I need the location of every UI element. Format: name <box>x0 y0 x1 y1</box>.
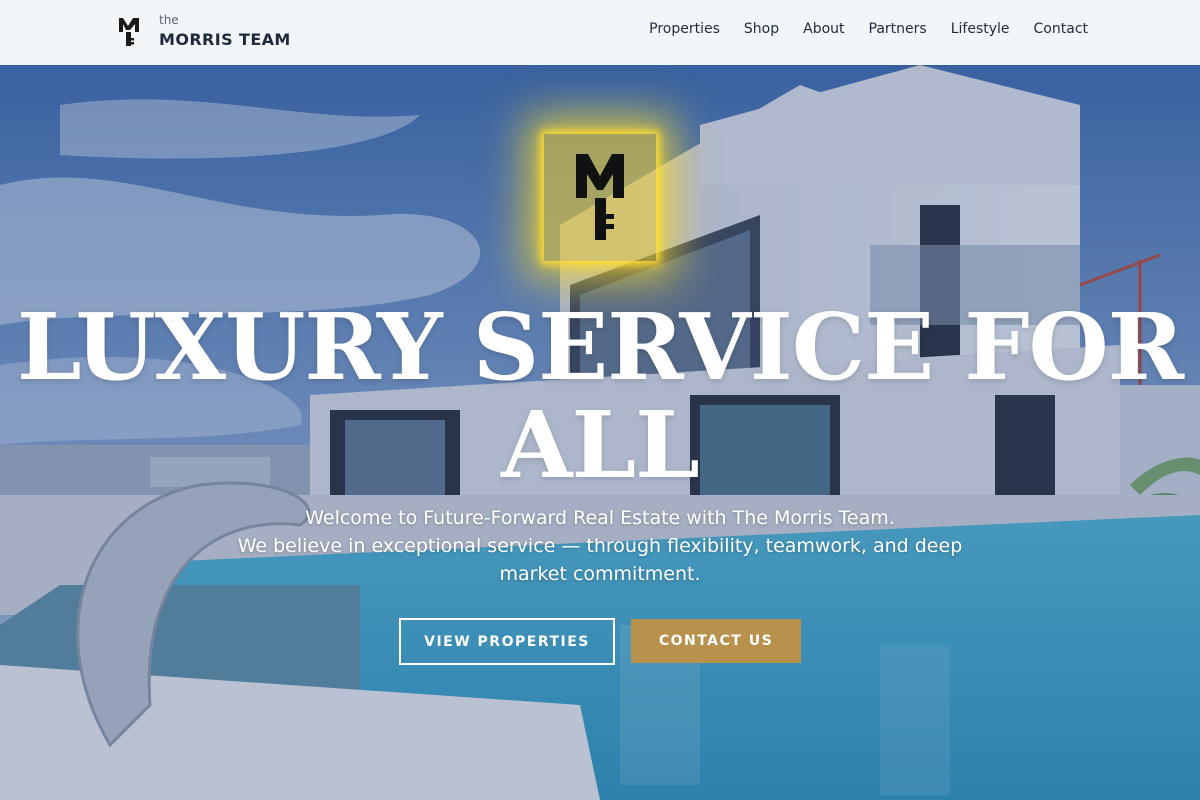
nav-link-properties[interactable]: Properties <box>649 21 720 37</box>
mt-key-icon <box>119 18 139 46</box>
contact-us-button[interactable]: CONTACT US <box>631 619 801 663</box>
brand-name: MORRIS TEAM <box>159 30 291 49</box>
hero-subtitle-line2: We believe in exceptional service — thro… <box>237 535 963 557</box>
hero-title-line2: ALL <box>501 391 700 499</box>
hero-title: LUXURY SERVICE FOR ALL <box>0 298 1200 494</box>
hero-subtitle-line3: market commitment. <box>499 563 701 585</box>
hero-title-line1: LUXURY SERVICE FOR <box>16 293 1184 401</box>
page: the MORRIS TEAM Properties Shop About Pa… <box>0 0 1200 800</box>
nav-link-contact[interactable]: Contact <box>1034 21 1088 37</box>
brand-prefix: the <box>159 13 179 27</box>
nav-link-lifestyle[interactable]: Lifestyle <box>951 21 1010 37</box>
nav-link-partners[interactable]: Partners <box>869 21 927 37</box>
view-properties-button[interactable]: VIEW PROPERTIES <box>399 618 615 665</box>
site-header: the MORRIS TEAM Properties Shop About Pa… <box>0 0 1200 65</box>
hero-logo-badge <box>544 134 656 261</box>
mt-key-icon <box>576 154 624 240</box>
hero-subtitle: Welcome to Future-Forward Real Estate wi… <box>200 504 1000 588</box>
hero-section: LUXURY SERVICE FOR ALL Welcome to Future… <box>0 65 1200 800</box>
main-nav: Properties Shop About Partners Lifestyle… <box>649 21 1088 37</box>
nav-link-shop[interactable]: Shop <box>744 21 779 37</box>
nav-link-about[interactable]: About <box>803 21 844 37</box>
hero-subtitle-line1: Welcome to Future-Forward Real Estate wi… <box>305 507 895 529</box>
